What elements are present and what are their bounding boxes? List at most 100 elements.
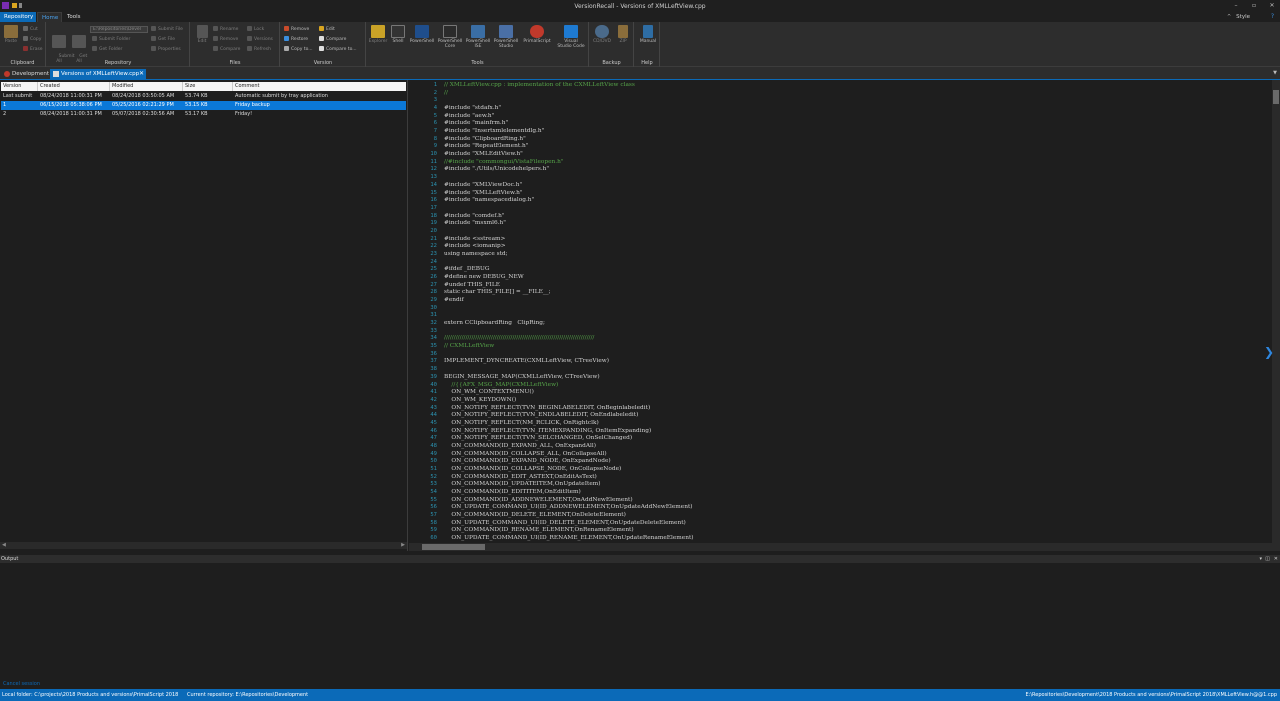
tool-explorer-button[interactable]: Explorer [368, 25, 388, 44]
line-number: 9 [433, 143, 437, 150]
erase-label: Erase [30, 47, 43, 52]
tab-tools[interactable]: Tools [63, 12, 85, 22]
style-menu[interactable]: Style [1236, 12, 1250, 22]
tab-home[interactable]: Home [37, 12, 62, 22]
edit-file-button[interactable]: Edit [194, 25, 210, 44]
compare-to-button[interactable]: Compare to... [319, 46, 357, 52]
properties-button[interactable]: Properties [151, 46, 181, 52]
submit-file-label: Submit File [158, 27, 183, 32]
compare-version-button[interactable]: Compare [319, 36, 346, 42]
tab-list-dropdown-icon[interactable]: ▼ [1273, 70, 1277, 76]
table-row[interactable]: 2 08/24/2018 11:00:31 PM 05/07/2018 02:3… [1, 110, 406, 119]
line-number: 8 [433, 135, 437, 142]
code-editor[interactable]: 1 2 3 4 5 6 7 8 9 10 11 12 13 14 15 16 17 18 19 20 21 22 23 24 2… [409, 80, 1280, 551]
tool-powershell-button[interactable]: PowerShell [408, 25, 436, 44]
restore-version-button[interactable]: Restore [284, 36, 308, 42]
horizontal-scrollbar[interactable]: ◀ ▶ [0, 542, 407, 549]
group-tools: Explorer Shell PowerShell PowerShell Cor… [367, 22, 589, 67]
line-number: 16 [430, 197, 437, 204]
backup-zip-button[interactable]: ZIP [614, 25, 632, 44]
code-line: ON_NOTIFY_REFLECT(TVN_ENDLABELEDIT, OnEn… [444, 412, 639, 419]
code-line: static char THIS_FILE[] = __FILE__; [444, 289, 551, 296]
compare-file-button[interactable]: Compare [213, 46, 240, 52]
versions-tab-icon [53, 71, 59, 77]
repository-path-combo[interactable]: E:\Repositories\Devel [90, 26, 148, 33]
erase-button[interactable]: Erase [23, 46, 43, 52]
explorer-icon [371, 25, 385, 38]
table-row[interactable]: Last submit 08/24/2018 11:00:31 PM 08/24… [1, 92, 406, 101]
ribbon-collapse-icon[interactable]: ^ [1227, 14, 1232, 20]
tool-explorer-label: Explorer [368, 39, 388, 44]
cell-modified: 05/07/2018 02:30:56 AM [112, 111, 175, 117]
tool-powershell-ise-label: PowerShell ISE [465, 39, 491, 49]
compare-version-label: Compare [326, 37, 347, 42]
doc-tab-versions[interactable]: Versions of XMLLeftView.cpp ✕ [50, 69, 146, 79]
get-folder-button[interactable]: Get Folder [92, 46, 122, 52]
column-header-modified[interactable]: Modified [110, 82, 183, 91]
paste-button[interactable]: Paste [2, 25, 20, 44]
column-header-size[interactable]: Size [183, 82, 233, 91]
scroll-right-icon[interactable]: ▶ [401, 542, 405, 549]
submit-folder-button[interactable]: Submit Folder [92, 36, 130, 42]
column-header-version[interactable]: Version [1, 82, 38, 91]
remove-version-button[interactable]: Remove [284, 26, 309, 32]
tool-primalscript-button[interactable]: PrimalScript [521, 25, 553, 44]
code-line: IMPLEMENT_DYNCREATE(CXMLLeftView, CTreeV… [444, 358, 609, 365]
cut-button[interactable]: Cut [23, 26, 38, 32]
copy-button[interactable]: Copy [23, 36, 41, 42]
code-line: #include "XMLEditView.h" [444, 151, 523, 158]
code-line: // XMLLeftView.cpp : implementation of t… [444, 82, 635, 88]
tool-powershell-label: PowerShell [409, 39, 435, 44]
code-line: extern CClipboardRing ClipRing; [444, 320, 545, 327]
refresh-button[interactable]: Refresh [247, 46, 271, 52]
code-line: #include "stdafx.h" [444, 105, 502, 112]
code-line: #endif [444, 297, 464, 304]
submit-file-button[interactable]: Submit File [151, 26, 183, 32]
editor-horizontal-scrollbar[interactable] [409, 543, 1280, 551]
tool-shell-button[interactable]: Shell [388, 25, 408, 44]
code-line: ON_COMMAND(ID_EDIT_ASTEXT,OnEditAsText) [444, 473, 597, 480]
close-tab-icon[interactable]: ✕ [139, 69, 144, 79]
tab-repository[interactable]: Repository [0, 12, 36, 22]
maximize-icon[interactable]: ▫ [1248, 1, 1260, 11]
scroll-thumb[interactable] [422, 544, 485, 550]
manual-button[interactable]: Manual [637, 25, 659, 44]
pin-icon[interactable]: ▾ [1259, 555, 1262, 563]
get-file-button[interactable]: Get File [151, 36, 175, 42]
cut-label: Cut [30, 27, 38, 32]
tool-powershell-ise-button[interactable]: PowerShell ISE [464, 25, 492, 49]
copy-to-button[interactable]: Copy to... [284, 46, 313, 52]
rename-button[interactable]: Rename [213, 26, 238, 32]
backup-cd-button[interactable]: CD/DVD [591, 25, 613, 44]
backup-cd-label: CD/DVD [592, 39, 612, 44]
line-number: 48 [430, 442, 437, 449]
tool-powershell-studio-button[interactable]: PowerShell Studio [492, 25, 520, 49]
line-number: 41 [430, 389, 437, 396]
erase-icon [23, 46, 28, 51]
line-number: 47 [430, 435, 437, 442]
close-icon[interactable]: ✕ [1266, 1, 1278, 11]
lock-button[interactable]: Lock [247, 26, 264, 32]
edit-version-button[interactable]: Edit [319, 26, 335, 32]
tool-powershell-core-button[interactable]: PowerShell Core [436, 25, 464, 49]
versions-button[interactable]: Versions [247, 36, 273, 42]
doc-tab-development[interactable]: Development [1, 69, 49, 79]
cell-created: 08/24/2018 11:00:31 PM [40, 93, 102, 99]
close-output-icon[interactable]: ✕ [1274, 555, 1278, 563]
scroll-left-icon[interactable]: ◀ [2, 542, 6, 549]
column-header-created[interactable]: Created [38, 82, 110, 91]
tool-vscode-button[interactable]: Visual Studio Code [555, 25, 587, 49]
help-icon[interactable]: ? [1271, 13, 1274, 20]
minimize-icon[interactable]: – [1230, 1, 1242, 11]
scroll-thumb[interactable] [1273, 90, 1279, 104]
output-panel[interactable] [0, 563, 1280, 680]
dock-icon[interactable]: ◫ [1265, 555, 1270, 563]
line-number: 39 [430, 373, 437, 380]
cancel-session-tab[interactable]: Cancel session [1, 681, 47, 688]
remove-file-button[interactable]: Remove [213, 36, 238, 42]
code-line: ON_COMMAND(ID_UPDATEITEM,OnUpdateItem) [444, 481, 601, 488]
column-header-comment[interactable]: Comment [233, 82, 406, 91]
table-row-selected[interactable]: 1 06/15/2018 05:38:06 PM 05/25/2016 02:2… [1, 101, 406, 110]
next-arrow-icon[interactable]: ❯ [1264, 345, 1274, 359]
vertical-scrollbar[interactable] [1272, 80, 1280, 543]
